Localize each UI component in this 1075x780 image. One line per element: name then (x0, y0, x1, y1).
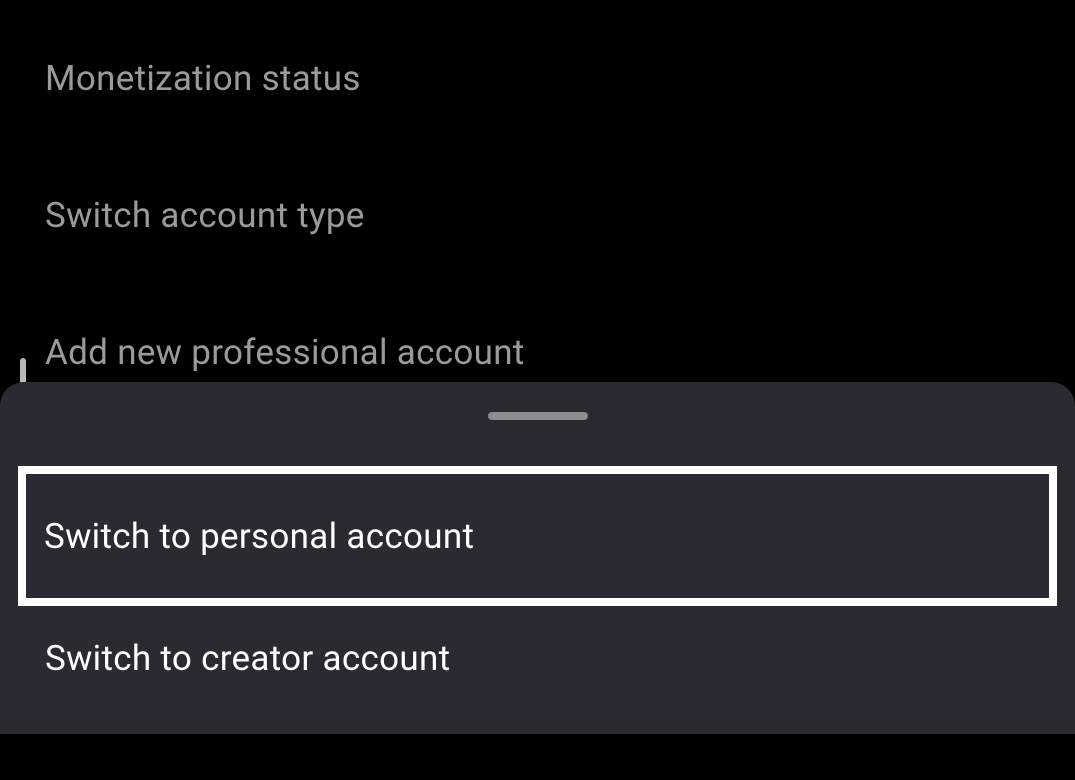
bottom-bar (0, 734, 1075, 780)
option-switch-personal-account[interactable]: Switch to personal account (18, 466, 1057, 606)
option-switch-creator-account[interactable]: Switch to creator account (45, 638, 450, 679)
option-label: Switch to personal account (44, 516, 474, 557)
settings-item-switch-account-type[interactable]: Switch account type (45, 195, 1075, 236)
drag-handle-icon[interactable] (488, 412, 588, 420)
settings-item-add-professional-account[interactable]: Add new professional account (45, 332, 1075, 373)
bottom-sheet: Switch to personal account Switch to cre… (0, 382, 1075, 734)
settings-item-monetization-status[interactable]: Monetization status (45, 58, 1075, 99)
settings-list: Monetization status Switch account type … (0, 0, 1075, 373)
